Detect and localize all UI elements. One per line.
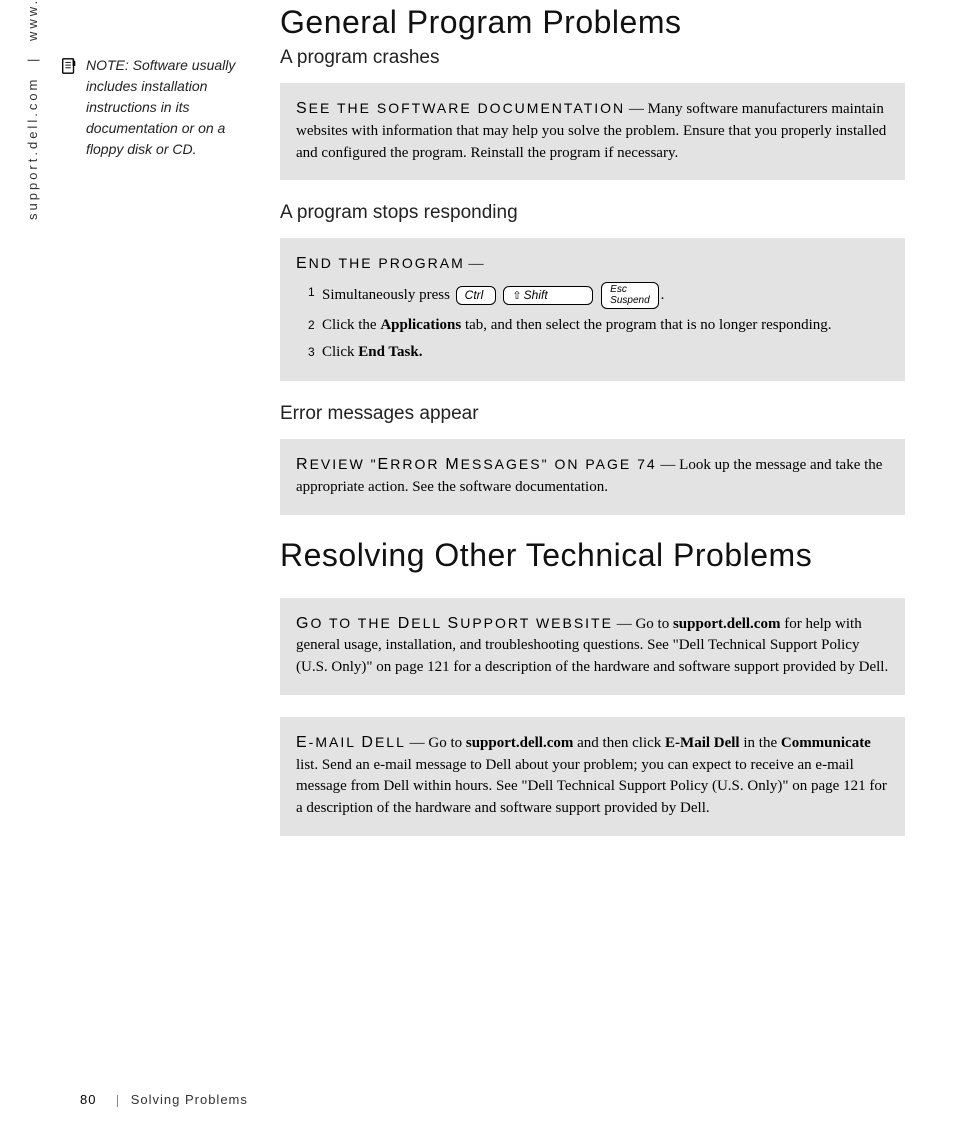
box-email-dell: E-MAIL DELL — Go to support.dell.com and… [280,717,905,836]
subheading-stops-responding: A program stops responding [280,202,905,224]
footer-divider [117,1095,118,1107]
heading-resolving-other: Resolving Other Technical Problems [280,537,905,574]
main-content: General Program Problems A program crash… [280,0,905,858]
key-shift: ⇧Shift [503,286,593,305]
step-body-1: Simultaneously press Ctrl ⇧Shift EscSusp… [322,282,889,309]
dash: — [469,256,484,272]
page-footer: 80 Solving Problems [80,1092,248,1107]
side-url-2: support.dell.com [25,77,40,220]
dash: — [629,101,644,117]
lead-review-errors: REVIEW "ERROR MESSAGES" ON PAGE 74 [296,456,657,472]
step-body-3: Click End Task. [322,342,889,363]
lead-support-website: GO TO THE DELL SUPPORT WEBSITE [296,615,613,631]
shift-arrow-icon: ⇧ [512,290,521,302]
note-label: NOTE: [86,57,129,73]
margin-note: NOTE: Software usually includes installa… [60,55,260,160]
dash: — [617,616,632,632]
step-body-2: Click the Applications tab, and then sel… [322,315,889,336]
lead-see-documentation: SEE THE SOFTWARE DOCUMENTATION [296,100,625,116]
note-text: NOTE: Software usually includes installa… [86,55,256,160]
note-icon [60,57,78,75]
step-2: 2 Click the Applications tab, and then s… [308,315,889,336]
box-end-program: END THE PROGRAM — 1 Simultaneously press… [280,238,905,381]
heading-general-problems: General Program Problems [280,4,905,41]
step-num-1: 1 [308,282,322,309]
key-esc-suspend: EscSuspend [601,282,658,309]
subheading-error-messages: Error messages appear [280,403,905,425]
side-url-text: support.dell.com | www.dell.com [25,0,40,220]
dash: — [660,457,675,473]
box-see-documentation: SEE THE SOFTWARE DOCUMENTATION — Many so… [280,83,905,180]
side-separator: | [25,56,40,62]
step-1: 1 Simultaneously press Ctrl ⇧Shift EscSu… [308,282,889,309]
box-support-website: GO TO THE DELL SUPPORT WEBSITE — Go to s… [280,598,905,695]
page-number: 80 [80,1092,96,1107]
step-num-2: 2 [308,315,322,336]
key-ctrl: Ctrl [456,286,496,305]
step-3: 3 Click End Task. [308,342,889,363]
side-url-1: www.dell.com [25,0,40,41]
lead-email-dell: E-MAIL DELL [296,734,406,750]
lead-end-program: END THE PROGRAM [296,255,465,271]
dash: — [410,735,425,751]
step-num-3: 3 [308,342,322,363]
subheading-program-crashes: A program crashes [280,47,905,69]
footer-section: Solving Problems [131,1092,248,1107]
box-review-errors: REVIEW "ERROR MESSAGES" ON PAGE 74 — Loo… [280,439,905,515]
